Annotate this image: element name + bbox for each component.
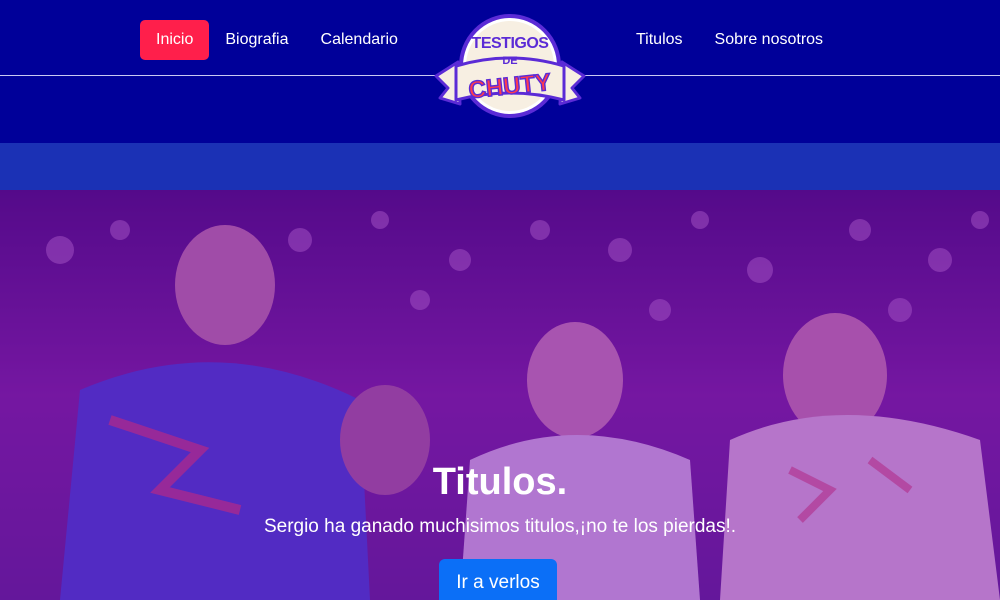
page: Inicio Biografia Calendario Titulos Sobr… — [0, 0, 1000, 600]
hero-subtitle: Sergio ha ganado muchisimos titulos,¡no … — [263, 516, 737, 537]
sub-banner — [0, 143, 1000, 190]
site-header: Inicio Biografia Calendario Titulos Sobr… — [0, 0, 1000, 143]
site-logo[interactable]: TESTIGOS DE CHUTY — [434, 14, 586, 124]
nav-link-biografia[interactable]: Biografia — [209, 20, 304, 60]
logo-line1: TESTIGOS — [472, 35, 550, 52]
hero-section: Titulos. Sergio ha ganado muchisimos tit… — [0, 190, 1000, 600]
nav-link-titulos[interactable]: Titulos — [620, 20, 699, 60]
nav-link-calendario[interactable]: Calendario — [305, 20, 414, 60]
nav-right: Titulos Sobre nosotros — [620, 20, 839, 60]
nav-link-sobre-nosotros[interactable]: Sobre nosotros — [699, 20, 840, 60]
logo-line2: DE — [502, 55, 517, 67]
nav-left: Inicio Biografia Calendario — [140, 20, 414, 60]
ir-a-verlos-button[interactable]: Ir a verlos — [439, 559, 557, 600]
hero-title: Titulos. — [432, 461, 568, 503]
nav-link-inicio[interactable]: Inicio — [140, 20, 210, 60]
